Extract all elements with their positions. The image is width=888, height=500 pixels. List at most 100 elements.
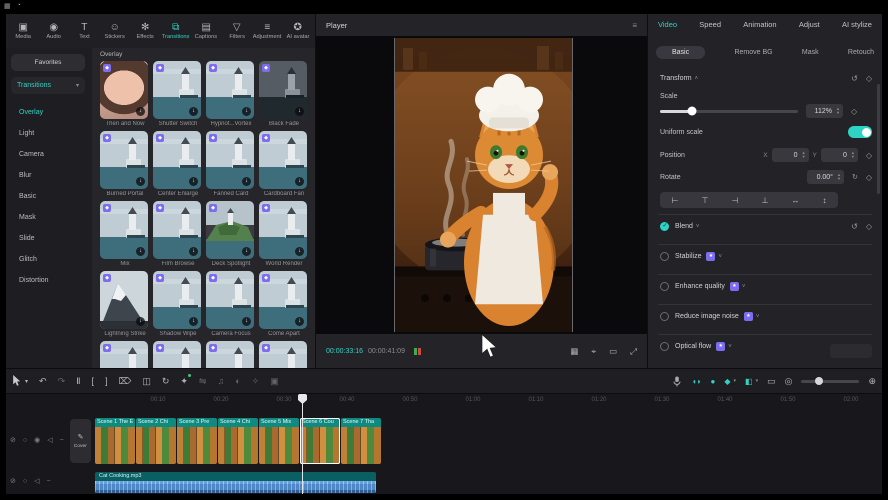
snap-toggle-icon[interactable]: ◖◗ (692, 377, 702, 386)
nav-item-adjustment[interactable]: ≡Adjustment (252, 23, 283, 40)
blend-reset-icon[interactable]: ↺ (851, 222, 858, 231)
link-toggle-icon[interactable]: ● (710, 377, 715, 386)
nav-item-media[interactable]: ▣Media (8, 23, 39, 40)
sidebar-item-mask[interactable]: Mask (6, 207, 92, 228)
rotate-value-box[interactable]: 0.00° ▲▼ (807, 170, 844, 184)
transition-thumb-15[interactable]: ◆↓ (206, 271, 254, 329)
zoom-fit-icon[interactable]: ◎ (785, 376, 793, 387)
transition-thumb-13[interactable]: ◆↓ (100, 271, 148, 329)
transition-thumb-10[interactable]: ◆↓ (153, 201, 201, 259)
timeline-clip-6[interactable]: Scene 6 Cou (300, 418, 340, 464)
timeline-area[interactable]: 00:1000:2000:3000:4000:5001:0001:1001:20… (6, 394, 882, 494)
transition-thumb-6[interactable]: ◆↓ (153, 131, 201, 189)
transition-thumb-4[interactable]: ◆↓ (259, 61, 307, 119)
mask-tool-icon[interactable]: ◐ (235, 376, 240, 386)
rotate-stepper[interactable]: ▲▼ (837, 173, 841, 181)
video-preview[interactable] (394, 38, 573, 332)
transition-item[interactable]: ◆↓ (153, 341, 203, 368)
uniform-scale-toggle[interactable] (848, 126, 872, 138)
nav-item-text[interactable]: TText (69, 23, 100, 40)
beauty-icon[interactable]: ✧ (252, 376, 260, 387)
video-track-control-icon[interactable]: ○ (23, 437, 27, 444)
tab-animation[interactable]: Animation (743, 20, 776, 29)
transition-item[interactable]: ◆↓Come Apart (259, 271, 309, 337)
transition-thumb-19[interactable]: ◆↓ (206, 341, 254, 368)
player-display-menu-icon[interactable]: ≡ (632, 21, 637, 30)
transition-item[interactable]: ◆↓Cardboard Fan (259, 131, 309, 197)
transition-thumb-3[interactable]: ◆↓ (206, 61, 254, 119)
transition-thumb-9[interactable]: ◆↓ (100, 201, 148, 259)
align-center-h-icon[interactable]: ↔ (791, 196, 799, 205)
transition-item[interactable]: ◆↓Camera Focus (206, 271, 256, 337)
subtab-remove-bg[interactable]: Remove BG (734, 49, 772, 56)
transition-thumb-8[interactable]: ◆↓ (259, 131, 307, 189)
video-track-control-icon[interactable]: ◉ (34, 436, 40, 444)
subtab-mask[interactable]: Mask (802, 49, 819, 56)
nav-item-transitions[interactable]: ⧉Transitions (161, 23, 192, 40)
nav-item-filters[interactable]: ▽Filters (222, 23, 253, 40)
rotate-dial-icon[interactable]: ↻ (852, 173, 858, 181)
sidebar-item-light[interactable]: Light (6, 123, 92, 144)
favorites-button[interactable]: Favorites (11, 54, 85, 71)
align-top-icon[interactable]: ⊤ (701, 196, 708, 205)
timeline-clip-4[interactable]: Scene 4 Chi (218, 418, 258, 464)
sidebar-item-blur[interactable]: Blur (6, 165, 92, 186)
optical-flow-mode-box[interactable] (830, 344, 872, 358)
transition-thumb-7[interactable]: ◆↓ (206, 131, 254, 189)
scale-stepper[interactable]: ▲▼ (836, 107, 840, 115)
transition-item[interactable]: ◆↓Then and Now (100, 61, 150, 127)
transition-thumb-18[interactable]: ◆↓ (153, 341, 201, 368)
tab-ai-stylize[interactable]: AI stylize (842, 20, 872, 29)
timeline-clip-5[interactable]: Scene 5 Mix (259, 418, 299, 464)
transition-item[interactable]: ◆↓Shutter Switch (153, 61, 203, 127)
mirror-icon[interactable]: ⇋ (199, 376, 207, 387)
blend-keyframe-icon[interactable]: ◇ (866, 222, 872, 231)
transition-thumb-11[interactable]: ◆↓ (206, 201, 254, 259)
position-keyframe-icon[interactable]: ◇ (866, 151, 872, 160)
transition-thumb-20[interactable]: ◆↓ (259, 341, 307, 368)
blend-checkbox[interactable] (660, 222, 669, 231)
fullscreen-icon[interactable]: ⤢ (630, 346, 637, 357)
optical-flow-checkbox[interactable] (660, 342, 669, 351)
mirror-preview-icon[interactable]: ▭ (609, 346, 617, 357)
delete-icon[interactable]: ⌦ (119, 376, 132, 387)
keyframe-tool-icon[interactable]: ◆▾ (724, 377, 736, 386)
cover-button[interactable]: ✎ Cover (70, 419, 91, 463)
align-right-icon[interactable]: ⊣ (731, 196, 738, 205)
snap-preview-icon[interactable]: ⌖ (591, 346, 596, 357)
audio-track-control-icon[interactable]: ◁ (34, 477, 39, 485)
audio-track-control-icon[interactable]: ⊘ (10, 477, 16, 485)
rotate-keyframe-icon[interactable]: ◇ (866, 173, 872, 182)
nav-item-captions[interactable]: ▤Captions (191, 23, 222, 40)
transition-thumb-5[interactable]: ◆↓ (100, 131, 148, 189)
preview-quality-icon[interactable]: ▭ (767, 376, 776, 387)
position-y-box[interactable]: 0 ▲▼ (821, 148, 858, 162)
freeze-frame-icon[interactable]: ◫ (142, 376, 151, 387)
align-left-icon[interactable]: ⊢ (672, 196, 679, 205)
tab-video[interactable]: Video (658, 20, 677, 29)
transition-item[interactable]: ◆↓Shadow Wipe (153, 271, 203, 337)
transition-thumb-17[interactable]: ◆↓ (100, 341, 148, 368)
audio-track-control-icon[interactable]: ○ (23, 478, 27, 485)
redo-icon[interactable]: ↷ (58, 376, 66, 387)
scale-keyframe-icon[interactable]: ◇ (851, 107, 857, 116)
subtab-retouch[interactable]: Retouch (848, 49, 874, 56)
scale-value-box[interactable]: 112% ▲▼ (806, 104, 843, 118)
stabilize-checkbox[interactable] (660, 252, 669, 261)
select-dropdown-icon[interactable]: ▾ (25, 378, 28, 385)
delete-left-icon[interactable]: [ (92, 376, 95, 386)
nav-item-ai-avatar[interactable]: ✪AI avatar (283, 23, 314, 40)
transition-item[interactable]: ◆↓Film Browse (153, 201, 203, 267)
transition-item[interactable]: ◆↓ (100, 341, 150, 368)
smart-edit-icon[interactable]: ✦ (180, 376, 188, 387)
transition-item[interactable]: ◆↓Burned Portal (100, 131, 150, 197)
timeline-zoom-slider[interactable] (801, 380, 859, 383)
sidebar-item-glitch[interactable]: Glitch (6, 249, 92, 270)
timeline-clip-3[interactable]: Scene 3 Pre (177, 418, 217, 464)
align-bottom-icon[interactable]: ⊥ (761, 196, 768, 205)
nav-item-audio[interactable]: ◉Audio (39, 23, 70, 40)
transition-item[interactable]: ◆↓Center Enlarge (153, 131, 203, 197)
align-center-v-icon[interactable]: ↕ (822, 196, 826, 205)
inspector-scrollbar[interactable] (877, 84, 880, 194)
transition-item[interactable]: ◆↓Fanned Card (206, 131, 256, 197)
